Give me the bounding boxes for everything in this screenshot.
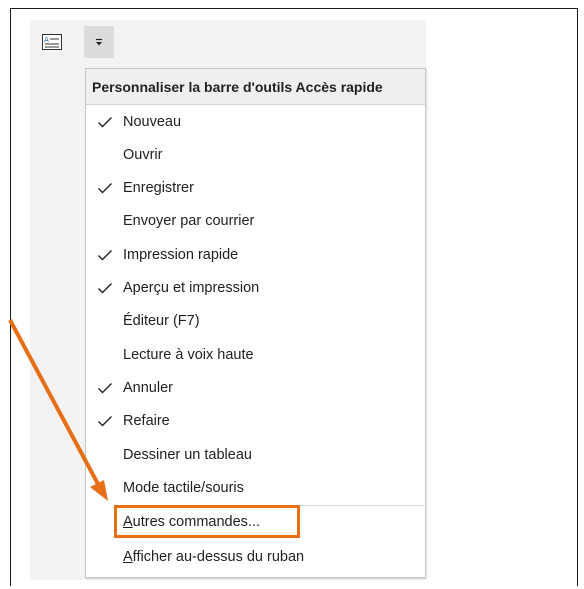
menu-item-annuler[interactable]: Annuler bbox=[86, 371, 425, 404]
check-slot bbox=[86, 249, 123, 261]
menu-item-label: Aperçu et impression bbox=[123, 280, 260, 296]
menu-item-label: Annuler bbox=[123, 379, 173, 396]
menu-item-impression-rapide[interactable]: Impression rapide bbox=[86, 238, 425, 271]
menu-item-label: Envoyer par courrier bbox=[123, 213, 255, 230]
customize-qat-dropdown-button[interactable] bbox=[84, 26, 114, 58]
menu-item-refaire[interactable]: Refaire bbox=[86, 405, 425, 438]
menu-item-envoyer-par-courrier[interactable]: Envoyer par courrier bbox=[86, 205, 425, 238]
show-above-ribbon-label: Afficher au-dessus du ruban bbox=[123, 549, 304, 565]
checkmark-icon bbox=[97, 416, 112, 427]
menu-item-enregistrer[interactable]: Enregistrer bbox=[86, 172, 425, 205]
menu-item-dessiner-un-tableau[interactable]: Dessiner un tableau bbox=[86, 438, 425, 471]
checkmark-icon bbox=[97, 116, 112, 127]
menu-item-label: Impression rapide bbox=[123, 246, 239, 263]
check-slot bbox=[86, 415, 123, 427]
menu-item-label: Dessiner un tableau bbox=[123, 446, 252, 463]
menu-item-lecture-a-voix-haute[interactable]: Lecture à voix haute bbox=[86, 338, 425, 371]
menu-item-label: Lecture à voix haute bbox=[123, 346, 254, 363]
checkmark-icon bbox=[97, 183, 112, 194]
svg-text:A: A bbox=[44, 36, 49, 44]
show-above-rest: fficher au-dessus du ruban bbox=[132, 548, 305, 565]
menu-item-label: Refaire bbox=[123, 413, 170, 430]
checkmark-icon bbox=[97, 283, 112, 294]
check-slot bbox=[86, 182, 123, 194]
menu-item-label: Nouveau bbox=[123, 113, 182, 130]
checkmark-icon bbox=[97, 249, 112, 261]
check-slot bbox=[86, 116, 123, 128]
menu-item-label: Éditeur (F7) bbox=[123, 313, 200, 330]
menu-title: Personnaliser la barre d'outils Accès ra… bbox=[86, 69, 425, 105]
menu-item-label: Ouvrir bbox=[123, 146, 163, 163]
qat-form-button[interactable]: A bbox=[38, 28, 66, 56]
menu-item-label: Mode tactile/souris bbox=[123, 479, 244, 496]
customize-qat-menu: Personnaliser la barre d'outils Accès ra… bbox=[85, 68, 426, 578]
show-above-accelerator: A bbox=[123, 548, 133, 565]
menu-item-editeur-f7[interactable]: Éditeur (F7) bbox=[86, 305, 425, 338]
check-slot bbox=[86, 282, 123, 294]
show-above-ribbon-item[interactable]: Afficher au-dessus du ruban bbox=[86, 540, 425, 573]
form-icon: A bbox=[42, 34, 62, 50]
menu-item-nouveau[interactable]: Nouveau bbox=[86, 105, 425, 138]
highlight-box bbox=[114, 505, 300, 538]
customize-dropdown-icon bbox=[96, 38, 102, 46]
menu-item-ouvrir[interactable]: Ouvrir bbox=[86, 138, 425, 171]
menu-item-label: Enregistrer bbox=[123, 180, 194, 197]
menu-item-apercu-et-impression[interactable]: Aperçu et impression bbox=[86, 272, 425, 305]
check-slot bbox=[86, 382, 123, 394]
checkmark-icon bbox=[97, 382, 112, 394]
menu-item-mode-tactile-souris[interactable]: Mode tactile/souris bbox=[86, 471, 425, 504]
